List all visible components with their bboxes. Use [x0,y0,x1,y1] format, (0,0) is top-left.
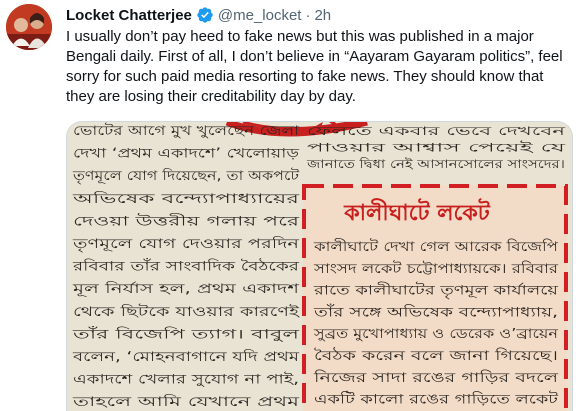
tweet-media-image[interactable]: ফেলতে একবার ভেবে দেখবেন পাওয়ার আশ্বাস পে… [66,121,573,411]
article-body-line: সাংসদ লকেট চট্টোপাধ্যায়কে। রবিবার [313,260,559,277]
clipping-column-line: রবিবার তাঁর সাংবাদিক বৈঠকের [72,259,301,275]
article-body-line: একটি কালো রঙের গাড়িতে লকেট [314,391,559,408]
article-body-line: বৈঠক করেন বলে জানা গিয়েছে। [314,347,558,364]
tweet-header: Locket Chatterjee @me_locket · 2h [66,5,331,25]
author-name[interactable]: Locket Chatterjee [66,7,192,24]
article-body-line: কালীঘাটে দেখা গেল আরেক বিজেপি [313,238,559,255]
clipping-column-line: অভিষেক বন্দ্যোপাধ্যায়ের [71,191,300,207]
clipping-top-line: পাওয়ার আশ্বাস পেয়েই যে [307,141,567,155]
newspaper-clipping: ফেলতে একবার ভেবে দেখবেন পাওয়ার আশ্বাস পে… [67,122,572,411]
clipping-column-line: তৃণমূলে যোগ দেওয়ার পরদিন [72,236,300,252]
clipping-column-line: তৃণমূলে যোগ দিয়েছেন, তা অকপটে [72,168,300,184]
article-headline: কালীঘাটে লকেট [343,198,491,226]
separator-dot: · [305,6,311,24]
clipping-column-line: মূল নির্যাস হল, প্রথম একাদশ [71,281,299,297]
clipping-column-line: দেওয়া উত্তরীয় গলায় পরে [73,213,300,229]
clipping-column-line: থেকে ছিটকে যাওয়ার কারণেই [73,304,301,320]
clipping-column-line: তাঁর বিজেপি ত্যাগ। বাবুল [71,326,299,342]
article-body-line: সুব্রত মুখোপাধ্যায় ও ডেরেক ও’ব্রায়েন [313,326,559,342]
clipping-column-line: একাদশে খেলার সুযোগ না পাই, [73,372,299,388]
clipping-column-line: তাহলে আমি যেখানে প্রথম [71,394,300,410]
clipping-top-line: জানাতে দ্বিধা নেই আসানসোলের সাংসদের। [306,157,565,171]
verified-badge-icon [197,7,213,23]
avatar-photo [6,4,52,50]
author-avatar[interactable] [6,4,52,50]
clipping-top-line: ফেলতে একবার ভেবে দেখবেন [307,124,566,138]
author-handle[interactable]: @me_locket [218,7,302,24]
article-body-line: নিজের সাদা রঙের গাড়ির বদলে [313,369,560,386]
clipping-column-line: বলেন, ‘মোহনবাগানে যদি প্রথম [72,349,300,365]
tweet-timestamp[interactable]: 2h [314,7,331,24]
clipping-column-line: দেখা ‘প্রথম একাদশে’ খেলোয়াড় [73,147,300,162]
clipping-column-line: ভোটের আগে মুখ খুলেছেন জেলা [73,123,299,139]
article-body-line: রাতে কালীঘাটের তৃণমূল কার্যালয়ে [313,282,560,299]
article-body-line: তাঁর সঙ্গে অভিষেক বন্দ্যোপাধ্যায়, [313,303,558,320]
tweet-text: I usually don’t pay heed to fake news bu… [66,28,563,105]
